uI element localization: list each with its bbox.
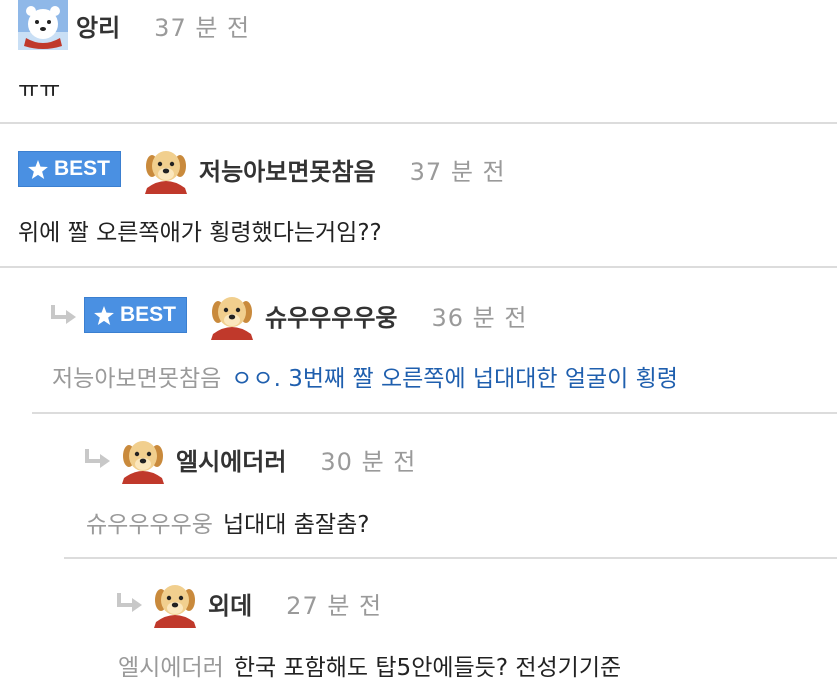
comment-divider	[0, 266, 837, 268]
comment-thread: 앙리 37 분 전 ㅠㅠ BEST 저능아보면못참음 37 분 전 위에 짤 오…	[0, 0, 837, 695]
comment-header: BEST 저능아보면못참음 37 분 전	[18, 144, 506, 194]
puppy-avatar[interactable]	[150, 578, 200, 628]
comment-nickname[interactable]: 슈우우우우웅	[265, 298, 397, 333]
best-badge: BEST	[18, 151, 122, 187]
comment-nickname[interactable]: 외데	[208, 586, 252, 621]
puppy-avatar[interactable]	[118, 434, 168, 484]
reply-text: 슈우우우우웅 넙대대 춤잘춤?	[86, 505, 369, 539]
reply-mention[interactable]: 슈우우우우웅	[86, 512, 213, 538]
comment-divider	[64, 557, 837, 559]
reply-arrow-icon	[84, 447, 112, 471]
best-badge-label: BEST	[54, 157, 111, 180]
reply-text: 저능아보면못참음 ㅇㅇ. 3번째 짤 오른쪽에 넙대대한 얼굴이 횡령	[52, 359, 678, 393]
reply-header: 외데 27 분 전	[116, 578, 382, 628]
comment-timestamp: 36 분 전	[431, 303, 528, 332]
star-icon	[94, 305, 114, 325]
reply-header: 엘시에더러 30 분 전	[84, 434, 416, 484]
reply-arrow-icon	[116, 591, 144, 615]
best-badge: BEST	[84, 297, 188, 333]
comment-header: 앙리 37 분 전	[18, 0, 250, 50]
comment-text: 위에 짤 오른쪽애가 횡령했다는거임??	[18, 220, 382, 246]
reply-body: 한국 포함해도 탑5안에들듯? 전성기기준	[233, 655, 622, 681]
comment-nickname[interactable]: 저능아보면못참음	[199, 152, 376, 187]
reply-arrow-icon	[50, 303, 78, 327]
comment-timestamp: 30 분 전	[320, 447, 417, 476]
reply-mention[interactable]: 저능아보면못참음	[52, 366, 221, 392]
star-icon	[28, 159, 48, 179]
comment-divider	[0, 122, 837, 124]
comment-divider	[32, 412, 837, 414]
puppy-avatar[interactable]	[207, 290, 257, 340]
comment-nickname[interactable]: 앙리	[76, 8, 120, 43]
reply-mention[interactable]: 엘시에더러	[118, 655, 224, 681]
reply-header: BEST 슈우우우우웅 36 분 전	[50, 290, 527, 340]
puppy-avatar[interactable]	[141, 144, 191, 194]
comment-timestamp: 37 분 전	[154, 13, 251, 42]
reply-text: 엘시에더러 한국 포함해도 탑5안에들듯? 전성기기준	[118, 648, 621, 682]
comment-nickname[interactable]: 엘시에더러	[176, 442, 286, 477]
comment-timestamp: 27 분 전	[286, 591, 383, 620]
reply-body: 넙대대 춤잘춤?	[222, 512, 370, 538]
reply-text-highlighted: ㅇㅇ. 3번째 짤 오른쪽에 넙대대한 얼굴이 횡령	[231, 366, 678, 392]
best-badge-label: BEST	[120, 303, 177, 326]
polar-bear-avatar[interactable]	[18, 0, 68, 50]
comment-text: ㅠㅠ	[18, 77, 61, 103]
comment-timestamp: 37 분 전	[409, 157, 506, 186]
